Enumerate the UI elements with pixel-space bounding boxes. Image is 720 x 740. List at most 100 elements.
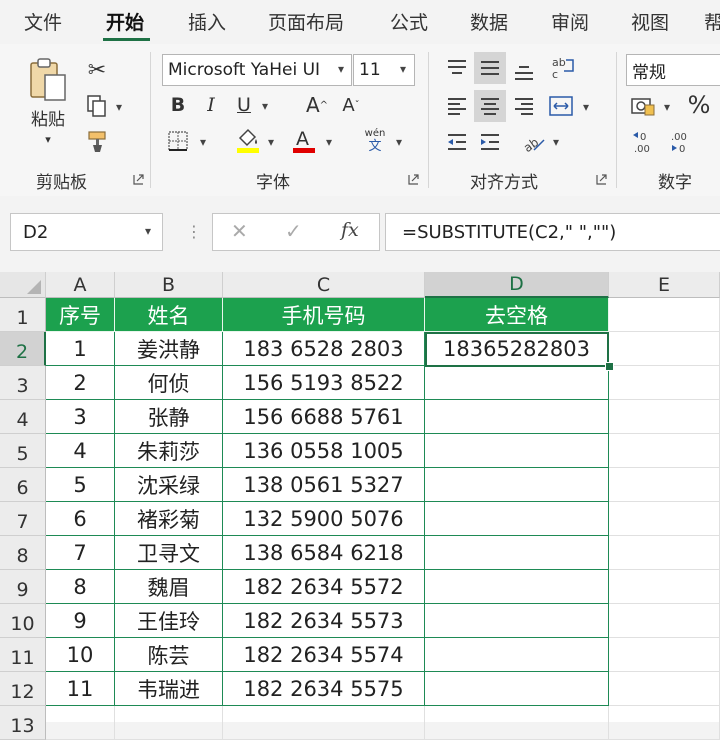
increase-indent-icon[interactable] [476,128,504,156]
merge-center-icon[interactable] [546,92,576,120]
tab-file[interactable]: 文件 [24,8,62,35]
tab-data[interactable]: 数据 [470,8,508,35]
fill-color-icon[interactable] [234,124,262,156]
orientation-icon[interactable]: ab [518,126,548,156]
table-header-cell[interactable]: 手机号码 [223,298,425,332]
font-name-dropdown-icon[interactable]: ▾ [338,62,345,76]
row-header[interactable]: 7 [0,502,46,536]
row-header[interactable]: 11 [0,638,46,672]
table-cell[interactable]: 6 [46,502,115,536]
empty-cell[interactable] [609,536,720,570]
italic-button[interactable]: I [199,92,223,118]
tab-view[interactable]: 视图 [631,8,669,35]
align-right-icon[interactable] [510,92,538,120]
row-header[interactable]: 8 [0,536,46,570]
font-name-box[interactable]: Microsoft YaHei UI [162,54,352,86]
table-cell[interactable]: 5 [46,468,115,502]
empty-cell[interactable] [609,706,720,740]
table-cell[interactable]: 182 2634 5575 [223,672,425,706]
underline-dropdown-icon[interactable]: ▾ [262,99,268,113]
tab-page-layout[interactable]: 页面布局 [268,8,344,35]
table-cell[interactable] [425,536,609,570]
table-cell[interactable]: 1 [46,332,115,366]
merge-dropdown-icon[interactable]: ▾ [583,100,589,114]
table-cell[interactable]: 4 [46,434,115,468]
table-cell[interactable] [425,604,609,638]
table-cell[interactable]: 10 [46,638,115,672]
empty-cell[interactable] [609,434,720,468]
table-cell[interactable]: 156 5193 8522 [223,366,425,400]
empty-cell[interactable] [609,502,720,536]
table-cell[interactable]: 182 2634 5574 [223,638,425,672]
paste-icon[interactable] [26,56,70,104]
table-cell[interactable]: 182 2634 5573 [223,604,425,638]
font-color-dropdown-icon[interactable]: ▾ [326,135,332,149]
table-cell[interactable]: 138 6584 6218 [223,536,425,570]
select-all-corner[interactable] [0,272,46,298]
clipboard-launcher-icon[interactable] [133,174,144,185]
row-header[interactable]: 1 [0,298,46,332]
table-cell[interactable] [425,434,609,468]
table-cell[interactable]: 8 [46,570,115,604]
name-box[interactable]: D2 [10,213,163,251]
tab-insert[interactable]: 插入 [188,8,226,35]
table-cell[interactable]: 11 [46,672,115,706]
table-cell[interactable]: 7 [46,536,115,570]
table-cell[interactable]: 156 6688 5761 [223,400,425,434]
row-header[interactable]: 2 [0,332,46,366]
fill-color-dropdown-icon[interactable]: ▾ [268,135,274,149]
row-header[interactable]: 4 [0,400,46,434]
table-header-cell[interactable]: 序号 [46,298,115,332]
table-cell[interactable] [425,672,609,706]
decrease-indent-icon[interactable] [443,128,471,156]
increase-decimal-icon[interactable]: 0.00 [630,128,660,156]
shrink-font-button[interactable]: Aˇ [338,92,364,118]
empty-cell[interactable] [223,706,425,740]
table-cell[interactable]: 136 0558 1005 [223,434,425,468]
font-launcher-icon[interactable] [408,174,419,185]
accounting-format-icon[interactable] [628,92,658,120]
insert-function-icon[interactable]: fx [341,219,359,241]
table-cell[interactable]: 褚彩菊 [115,502,223,536]
align-middle-icon[interactable] [474,52,506,84]
empty-cell[interactable] [609,638,720,672]
borders-dropdown-icon[interactable]: ▾ [200,135,206,149]
paste-dropdown-icon[interactable]: ▾ [40,132,56,146]
table-cell[interactable]: 张静 [115,400,223,434]
table-cell[interactable] [425,468,609,502]
orientation-dropdown-icon[interactable]: ▾ [553,135,559,149]
table-cell[interactable]: 138 0561 5327 [223,468,425,502]
column-header-c[interactable]: C [223,272,425,298]
enter-icon[interactable]: ✓ [285,219,302,243]
empty-cell[interactable] [609,298,720,332]
row-header[interactable]: 10 [0,604,46,638]
font-size-dropdown-icon[interactable]: ▾ [400,62,406,76]
empty-cell[interactable] [609,366,720,400]
cut-icon[interactable]: ✂ [84,56,110,84]
empty-cell[interactable] [609,332,720,366]
worksheet-grid[interactable]: A B C D E 1 2 3 4 5 6 7 8 9 10 11 12 13 序号 姓名 手机号码 去空格 1 姜洪静 183… [0,272,720,740]
table-cell[interactable]: 魏眉 [115,570,223,604]
table-cell[interactable]: 9 [46,604,115,638]
table-cell[interactable] [425,366,609,400]
accounting-dropdown-icon[interactable]: ▾ [664,100,670,114]
tab-help[interactable]: 帮 [704,8,720,35]
table-cell[interactable] [425,400,609,434]
table-cell[interactable]: 18365282803 [425,332,609,366]
copy-dropdown-icon[interactable]: ▾ [116,100,122,114]
percent-style-button[interactable]: % [684,90,714,120]
grow-font-button[interactable]: A ^ [304,92,330,118]
table-cell[interactable] [425,570,609,604]
align-left-icon[interactable] [443,92,471,120]
bold-button[interactable]: B [166,92,190,118]
table-cell[interactable]: 朱莉莎 [115,434,223,468]
paste-label[interactable]: 粘贴 [26,106,70,130]
table-cell[interactable]: 卫寻文 [115,536,223,570]
empty-cell[interactable] [46,706,115,740]
table-cell[interactable]: 3 [46,400,115,434]
font-color-icon[interactable]: A [290,124,318,156]
row-header[interactable]: 6 [0,468,46,502]
borders-icon[interactable] [164,128,192,154]
fill-handle[interactable] [605,362,614,371]
table-header-cell[interactable]: 姓名 [115,298,223,332]
